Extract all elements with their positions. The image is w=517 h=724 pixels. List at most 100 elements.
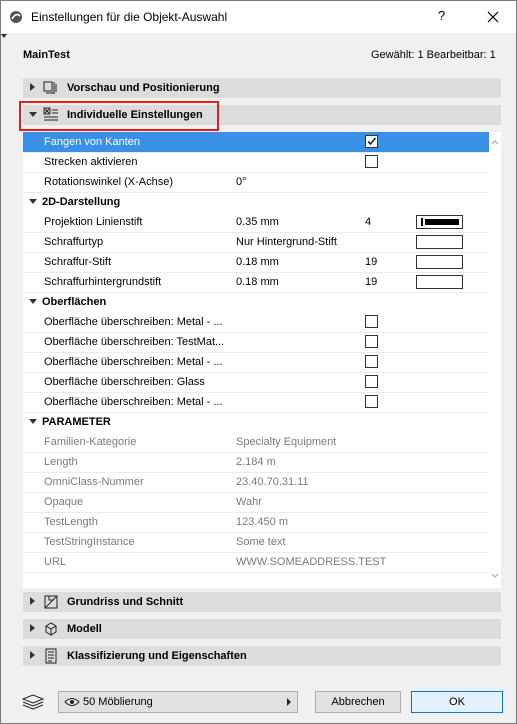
window-title: Einstellungen für die Objekt-Auswahl (31, 10, 228, 24)
list-item: TestLength 123.450 m (23, 512, 489, 533)
checkbox[interactable] (365, 335, 378, 348)
pen-number[interactable]: 19 (365, 276, 377, 288)
section-classification[interactable]: Klassifizierung und Eigenschaften (23, 646, 501, 666)
list-item[interactable]: Projektion Linienstift 0.35 mm 4 (23, 212, 489, 233)
pen-number[interactable]: 19 (365, 256, 377, 268)
list-item[interactable]: Fangen von Kanten (23, 132, 489, 153)
pen-preview[interactable] (416, 275, 463, 289)
cancel-button[interactable]: Abbrechen (315, 691, 401, 713)
list-item: URL WWW.SOMEADDRESS.TEST (23, 552, 489, 573)
list-item[interactable]: Oberfläche überschreiben: Metal - ... (23, 312, 489, 333)
row-value[interactable]: 0.35 mm (236, 216, 279, 228)
list-item: Familien-Kategorie Specialty Equipment (23, 432, 489, 453)
collapse-arrow-icon (29, 419, 37, 424)
row-label: Fangen von Kanten (44, 136, 141, 148)
pen-tick-icon (421, 218, 423, 226)
checkbox[interactable] (365, 395, 378, 408)
group-label: Oberflächen (42, 296, 107, 308)
pen-number[interactable]: 4 (365, 216, 371, 228)
row-label: Length (44, 456, 78, 468)
list-item: OmniClass-Nummer 23.40.70.31.11 (23, 472, 489, 493)
row-label: URL (44, 556, 67, 568)
row-value[interactable]: 0° (236, 176, 247, 188)
list-item[interactable]: Strecken aktivieren (23, 152, 489, 173)
group-2d-darstellung[interactable]: 2D-Darstellung (23, 192, 489, 212)
settings-list: Fangen von Kanten Strecken aktivieren Ro… (23, 132, 501, 588)
pen-line-icon (425, 219, 459, 225)
row-label: Schraffurhintergrundstift (44, 276, 162, 288)
selection-info: Gewählt: 1 Bearbeitbar: 1 (371, 49, 496, 61)
section-floorplan[interactable]: Grundriss und Schnitt (23, 592, 501, 612)
checkbox[interactable] (365, 375, 378, 388)
group-label: PARAMETER (42, 416, 111, 428)
scroll-down-icon[interactable] (489, 570, 501, 582)
row-value[interactable]: Nur Hintergrund-Stift (236, 236, 337, 248)
row-label: Oberfläche überschreiben: Glass (44, 376, 205, 388)
scrollbar[interactable] (489, 132, 501, 588)
collapse-arrow-icon (29, 199, 37, 204)
row-value: 123.450 m (236, 516, 288, 528)
row-label: Opaque (44, 496, 84, 508)
checkbox-checked[interactable] (365, 135, 378, 148)
object-name: MainTest (23, 49, 70, 61)
layer-stack-icon (21, 694, 45, 710)
row-value[interactable]: 0.18 mm (236, 256, 279, 268)
list-item[interactable]: Oberfläche überschreiben: TestMat... (23, 332, 489, 353)
fill-preview[interactable] (416, 235, 463, 249)
checkmark-icon (367, 137, 377, 146)
list-item[interactable]: Rotationswinkel (X-Achse) 0° (23, 172, 489, 193)
row-value: Some text (236, 536, 286, 548)
list-item[interactable]: Schraffurhintergrundstift 0.18 mm 19 (23, 272, 489, 293)
row-label: Schraffurtyp (44, 236, 104, 248)
list-item[interactable]: Oberfläche überschreiben: Glass (23, 372, 489, 393)
eye-icon (64, 698, 80, 706)
checkbox[interactable] (365, 315, 378, 328)
list-item: Length 2.184 m (23, 452, 489, 473)
row-value: WWW.SOMEADDRESS.TEST (236, 556, 387, 568)
row-value[interactable]: 0.18 mm (236, 276, 279, 288)
classification-list-icon (45, 648, 57, 664)
collapse-arrow-icon (29, 299, 37, 304)
section-model-label: Modell (67, 623, 102, 635)
dialog-window: Einstellungen für die Objekt-Auswahl ? M… (0, 0, 517, 724)
title-bar: Einstellungen für die Objekt-Auswahl ? (1, 1, 516, 33)
chevron-right-icon (287, 698, 291, 706)
layer-name: 50 Möblierung (83, 696, 153, 708)
pen-preview[interactable] (416, 255, 463, 269)
row-label: TestStringInstance (44, 536, 135, 548)
row-label: Projektion Linienstift (44, 216, 143, 228)
checkbox[interactable] (365, 355, 378, 368)
section-preview[interactable]: Vorschau und Positionierung (23, 78, 501, 98)
list-item[interactable]: Schraffurtyp Nur Hintergrund-Stift (23, 232, 489, 253)
row-label: OmniClass-Nummer (44, 476, 144, 488)
preview-positioning-icon (43, 81, 57, 94)
row-label: Familien-Kategorie (44, 436, 137, 448)
group-parameter[interactable]: PARAMETER (23, 412, 489, 432)
pen-preview[interactable] (416, 215, 463, 229)
ok-button[interactable]: OK (411, 691, 503, 713)
expand-arrow-icon (30, 651, 35, 659)
model-cube-icon (45, 622, 57, 636)
row-label: Rotationswinkel (X-Achse) (44, 176, 173, 188)
section-model[interactable]: Modell (23, 619, 501, 639)
row-label: Schraffur-Stift (44, 256, 112, 268)
row-value: Specialty Equipment (236, 436, 337, 448)
expand-arrow-icon (30, 624, 35, 632)
row-value: Wahr (236, 496, 262, 508)
list-item[interactable]: Schraffur-Stift 0.18 mm 19 (23, 252, 489, 273)
checkbox[interactable] (365, 155, 378, 168)
row-label: TestLength (44, 516, 98, 528)
close-icon[interactable] (481, 5, 505, 29)
menu-marker-icon (1, 34, 7, 38)
list-item[interactable]: Oberfläche überschreiben: Metal - ... (23, 352, 489, 373)
help-button[interactable]: ? (438, 8, 445, 23)
list-item[interactable]: Oberfläche überschreiben: Metal - ... (23, 392, 489, 413)
section-preview-label: Vorschau und Positionierung (67, 82, 220, 94)
row-label: Strecken aktivieren (44, 156, 138, 168)
row-label: Oberfläche überschreiben: Metal - ... (44, 316, 223, 328)
row-label: Oberfläche überschreiben: TestMat... (44, 336, 225, 348)
floorplan-section-icon (44, 595, 58, 609)
scroll-up-icon[interactable] (489, 136, 501, 148)
layer-selector[interactable]: 50 Möblierung (58, 691, 298, 713)
group-oberflaechen[interactable]: Oberflächen (23, 292, 489, 312)
